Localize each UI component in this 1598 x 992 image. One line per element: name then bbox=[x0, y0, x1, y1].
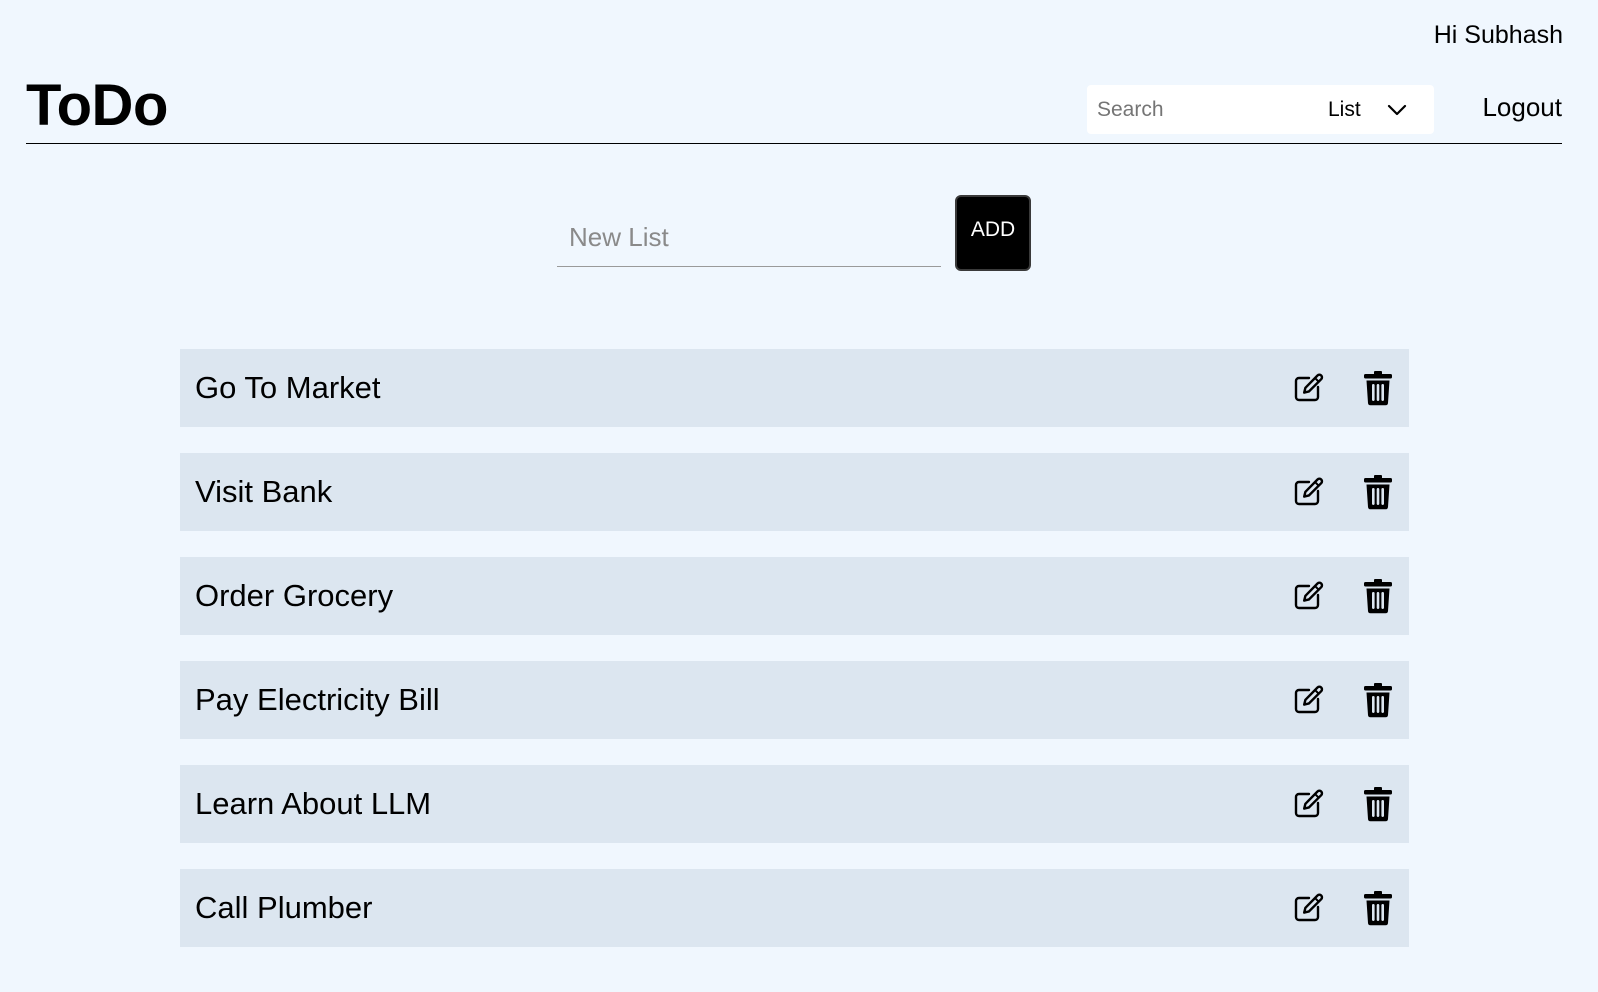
search-filter-select[interactable]: List bbox=[1328, 98, 1407, 122]
add-button[interactable]: ADD bbox=[955, 195, 1031, 271]
list-item: Order Grocery bbox=[180, 557, 1409, 635]
list-item-label[interactable]: Order Grocery bbox=[195, 579, 1409, 613]
list-item-label[interactable]: Go To Market bbox=[195, 371, 1409, 405]
trash-icon[interactable] bbox=[1360, 370, 1396, 406]
chevron-down-icon bbox=[1387, 104, 1407, 116]
list-item: Visit Bank bbox=[180, 453, 1409, 531]
list-item: Learn About LLM bbox=[180, 765, 1409, 843]
list-item-label[interactable]: Learn About LLM bbox=[195, 787, 1409, 821]
list-item: Pay Electricity Bill bbox=[180, 661, 1409, 739]
trash-icon[interactable] bbox=[1360, 474, 1396, 510]
list-item-label[interactable]: Call Plumber bbox=[195, 891, 1409, 925]
list-item: Go To Market bbox=[180, 349, 1409, 427]
logout-link[interactable]: Logout bbox=[1482, 92, 1562, 122]
trash-icon[interactable] bbox=[1360, 578, 1396, 614]
list-item-label[interactable]: Visit Bank bbox=[195, 475, 1409, 509]
search-bar: List bbox=[1087, 85, 1434, 134]
edit-icon[interactable] bbox=[1290, 890, 1326, 926]
search-input[interactable] bbox=[1087, 85, 1322, 134]
search-filter-value: List bbox=[1328, 97, 1361, 121]
edit-icon[interactable] bbox=[1290, 578, 1326, 614]
new-list-input[interactable] bbox=[557, 209, 941, 267]
trash-icon[interactable] bbox=[1360, 890, 1396, 926]
trash-icon[interactable] bbox=[1360, 786, 1396, 822]
list-item-label[interactable]: Pay Electricity Bill bbox=[195, 683, 1409, 717]
user-greeting: Hi Subhash bbox=[1433, 21, 1563, 49]
todo-list: Go To Market Visit Bank Order Grocery Pa… bbox=[180, 349, 1409, 973]
edit-icon[interactable] bbox=[1290, 370, 1326, 406]
edit-icon[interactable] bbox=[1290, 682, 1326, 718]
add-list-form: ADD bbox=[557, 195, 1031, 273]
edit-icon[interactable] bbox=[1290, 786, 1326, 822]
app-header: ToDo List Logout bbox=[26, 70, 1562, 144]
trash-icon[interactable] bbox=[1360, 682, 1396, 718]
list-item: Call Plumber bbox=[180, 869, 1409, 947]
edit-icon[interactable] bbox=[1290, 474, 1326, 510]
app-logo: ToDo bbox=[26, 73, 168, 138]
